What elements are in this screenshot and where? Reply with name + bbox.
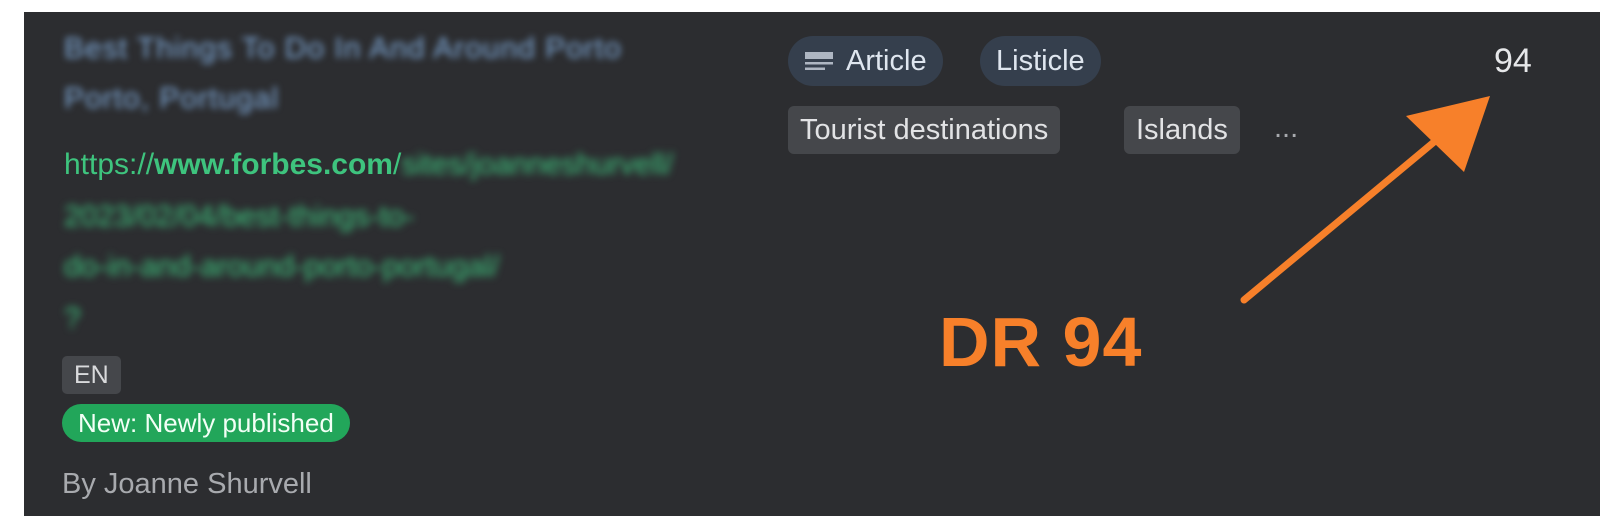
annotation-arrow-icon: [1240, 96, 1490, 304]
result-row: Best Things To Do In And Around Porto Po…: [24, 12, 1600, 516]
annotation-label: DR 94: [939, 303, 1143, 381]
